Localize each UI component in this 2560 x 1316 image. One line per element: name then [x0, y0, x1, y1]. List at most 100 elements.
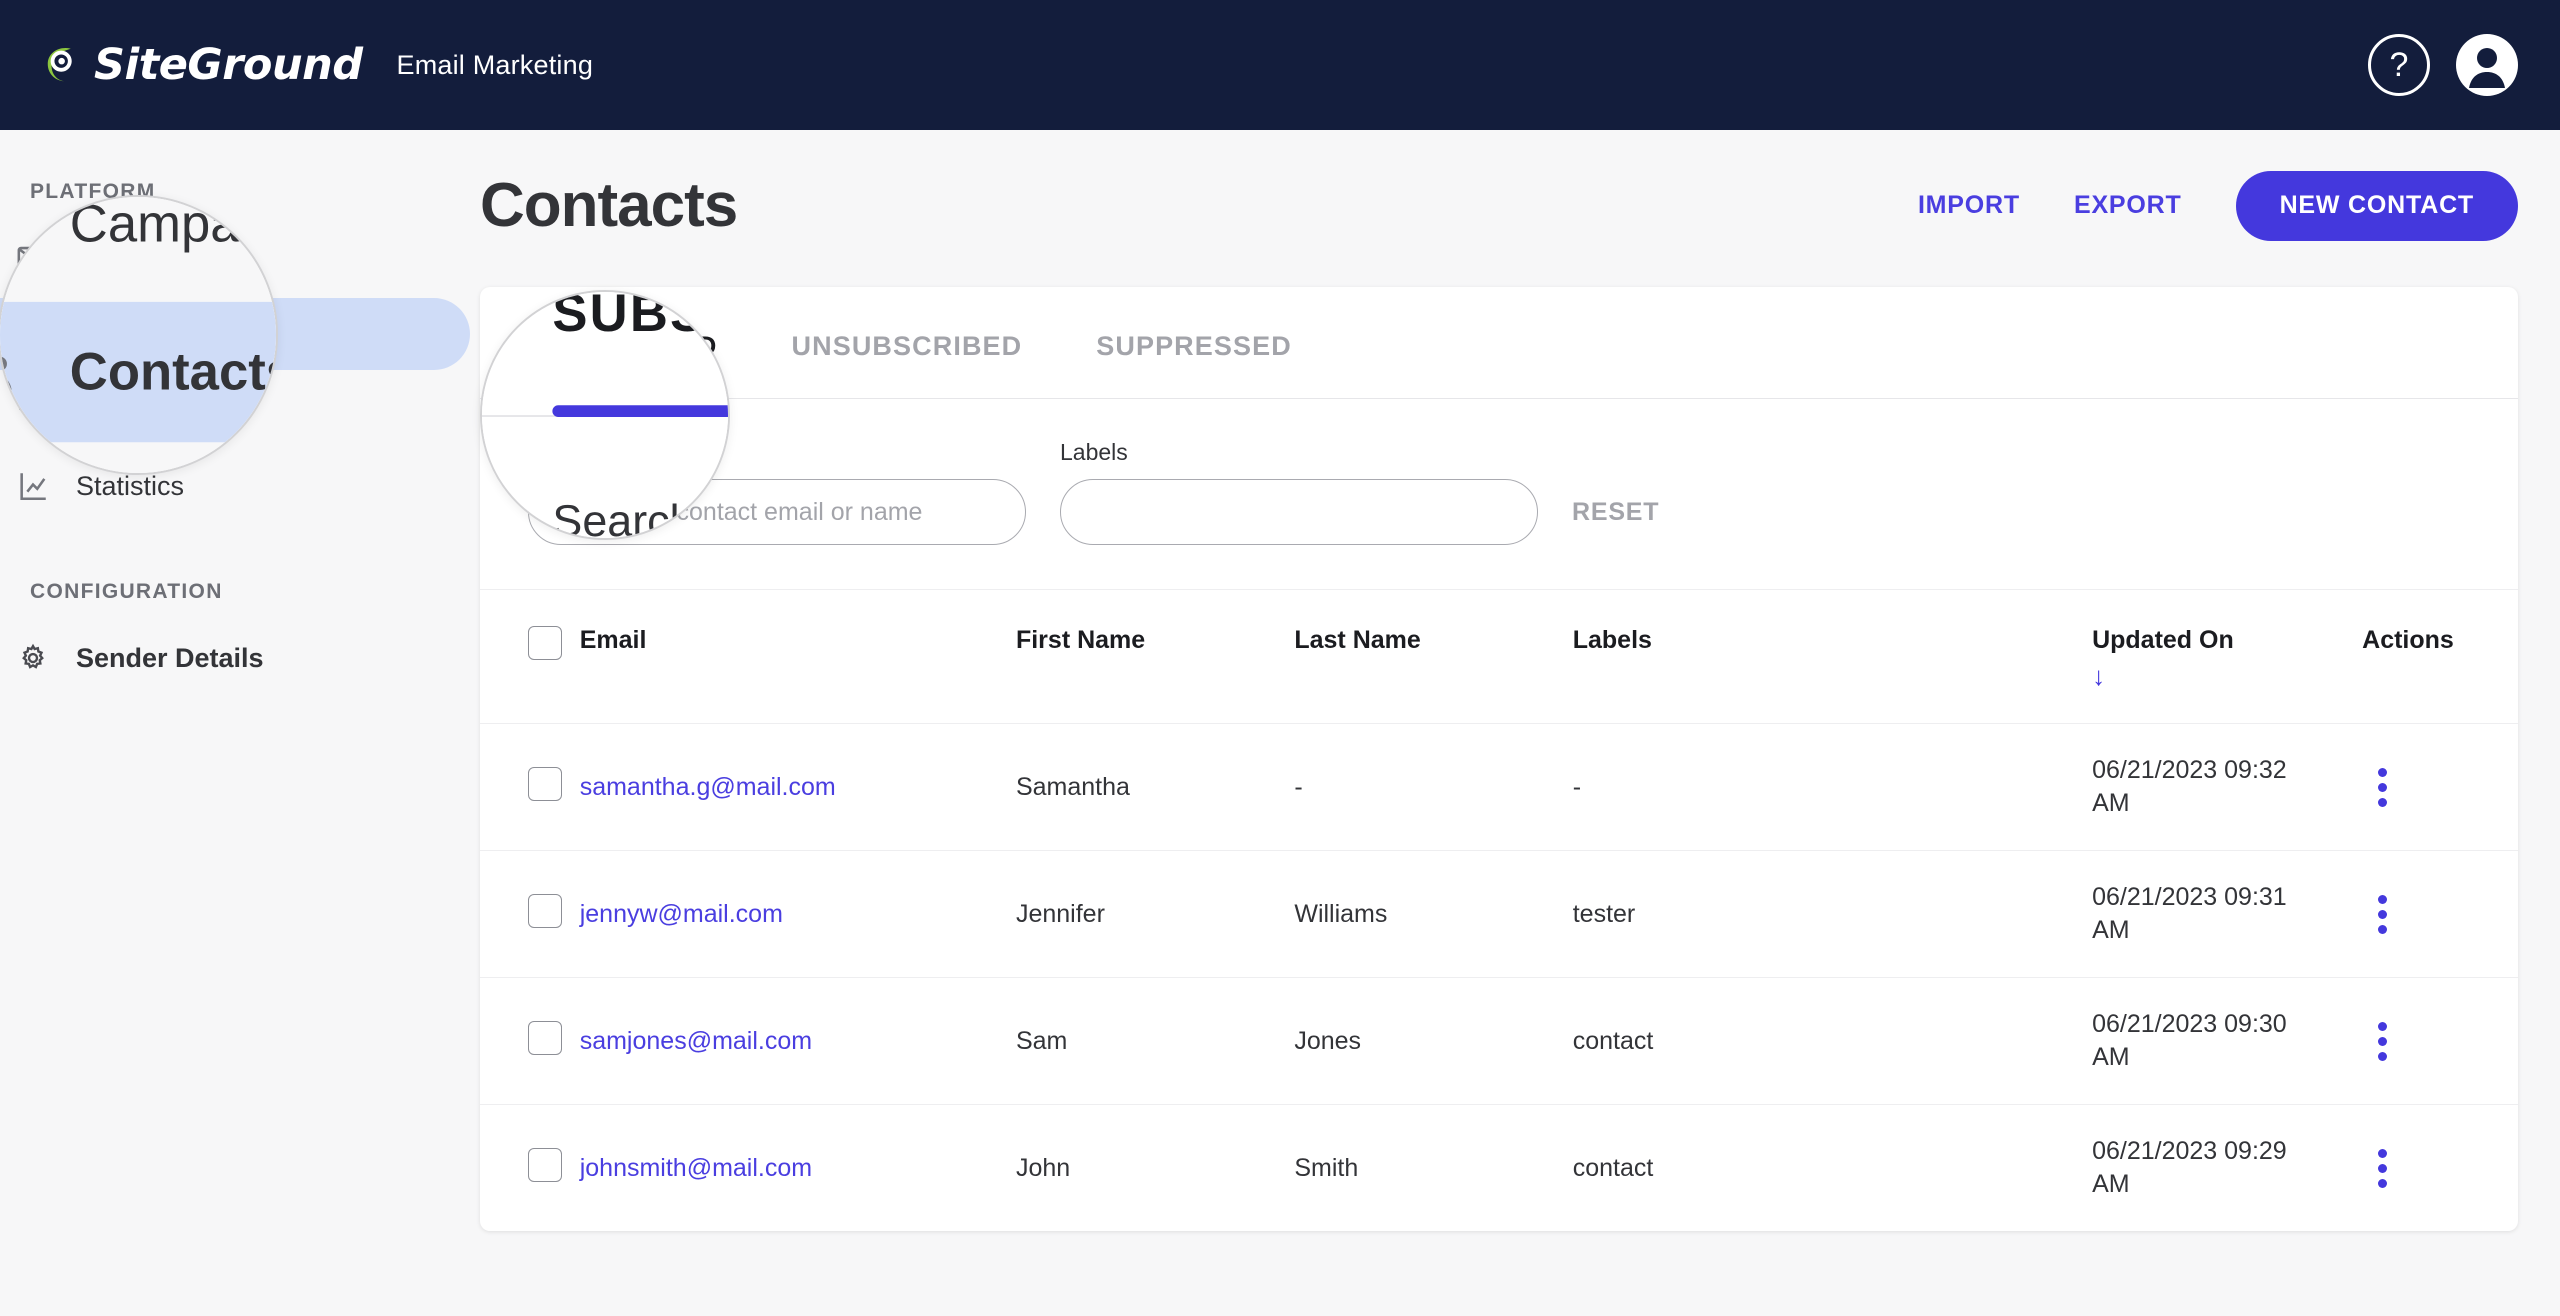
labels-field-group: Labels — [1060, 439, 1538, 545]
filters-bar: Search Labels RESET — [480, 399, 2518, 590]
cell-email: jennyw@mail.com — [579, 850, 1016, 978]
cell-updated-on: 06/21/2023 09:31 AM — [2092, 850, 2363, 978]
cell-last-name: Jones — [1294, 977, 1573, 1105]
cell-updated-on: 06/21/2023 09:29 AM — [2092, 1104, 2363, 1231]
cell-actions — [2362, 1104, 2518, 1231]
cell-last-name: Williams — [1294, 850, 1573, 978]
export-button[interactable]: EXPORT — [2074, 191, 2182, 220]
import-button[interactable]: IMPORT — [1918, 191, 2020, 220]
column-header-updated-on-label: Updated On — [2092, 626, 2234, 654]
page-header-actions: IMPORT EXPORT NEW CONTACT — [1918, 170, 2518, 241]
envelope-icon — [12, 241, 54, 275]
page-header: Contacts IMPORT EXPORT NEW CONTACT — [470, 130, 2560, 241]
row-actions-menu-icon[interactable] — [2362, 894, 2402, 934]
cell-actions — [2362, 723, 2518, 851]
labels-label: Labels — [1060, 439, 1128, 465]
sidebar-item-sender-details[interactable]: Sender Details — [0, 622, 470, 694]
row-select-cell — [480, 1104, 580, 1231]
contacts-table: Email First Name Last Name Labels Update… — [480, 590, 2518, 1231]
cell-last-name: - — [1294, 723, 1573, 851]
row-checkbox[interactable] — [528, 1020, 562, 1055]
updated-on-value: 06/21/2023 09:29 AM — [2092, 1137, 2287, 1198]
user-avatar-icon[interactable] — [2456, 34, 2518, 96]
sidebar-item-contacts[interactable]: Contacts — [0, 298, 470, 370]
arrow-down-icon: ↓ — [2092, 661, 2106, 691]
top-bar-right: ? — [2368, 34, 2518, 96]
sidebar-item-label: Contacts — [76, 318, 192, 349]
cell-labels: - — [1572, 723, 2093, 851]
tab-unsubscribed[interactable]: UNSUBSCRIBED — [792, 287, 1023, 398]
tab-subscribed[interactable]: SUBSCRIBED — [528, 287, 718, 399]
column-header-updated-on[interactable]: Updated On ↓ — [2092, 590, 2362, 724]
top-bar: SiteGround Email Marketing ? — [0, 0, 2560, 130]
select-all-header — [480, 590, 580, 724]
labels-input[interactable] — [1060, 479, 1538, 545]
row-select-cell — [480, 850, 580, 978]
cell-labels: contact — [1572, 1104, 2093, 1231]
cell-first-name: Sam — [1015, 977, 1295, 1105]
gear-icon — [12, 643, 54, 673]
app-title: Email Marketing — [396, 49, 594, 80]
people-icon — [12, 317, 54, 351]
table-header-row: Email First Name Last Name Labels Update… — [480, 590, 2518, 724]
tab-suppressed[interactable]: SUPPRESSED — [1096, 287, 1292, 398]
table-head: Email First Name Last Name Labels Update… — [480, 590, 2518, 724]
sidebar-item-statistics[interactable]: Statistics — [0, 450, 470, 522]
select-all-checkbox[interactable] — [528, 626, 562, 660]
row-select-cell — [480, 723, 580, 851]
column-header-first-name[interactable]: First Name — [1016, 590, 1294, 724]
chart-icon — [12, 469, 54, 503]
table-row[interactable]: samantha.g@mail.com Samantha - - 06/21/2… — [480, 723, 2518, 851]
new-contact-button[interactable]: NEW CONTACT — [2235, 170, 2518, 241]
siteground-logo[interactable]: SiteGround — [42, 40, 363, 90]
brand-name: SiteGround — [94, 40, 363, 90]
contacts-card: SUBSCRIBED UNSUBSCRIBED SUPPRESSED Searc… — [480, 287, 2518, 1231]
column-header-email[interactable]: Email — [580, 590, 1016, 724]
table-row[interactable]: samjones@mail.com Sam Jones contact 06/2… — [480, 977, 2518, 1105]
help-circle-icon[interactable]: ? — [2368, 34, 2430, 96]
table-row[interactable]: johnsmith@mail.com John Smith contact 06… — [480, 1104, 2518, 1231]
cell-updated-on: 06/21/2023 09:32 AM — [2092, 723, 2363, 851]
column-header-actions: Actions — [2362, 626, 2454, 654]
avatar-glyph — [2469, 48, 2505, 88]
sidebar-item-label: Campaigns — [76, 242, 213, 273]
cell-last-name: Smith — [1294, 1104, 1573, 1231]
sidebar-section-platform: PLATFORM — [30, 180, 156, 203]
row-checkbox[interactable] — [528, 893, 562, 928]
search-label: Search — [528, 439, 601, 465]
email-link[interactable]: samantha.g@mail.com — [580, 773, 836, 801]
row-select-cell — [480, 977, 580, 1105]
app-root: SiteGround Email Marketing ? PLATFORM Ca… — [0, 0, 2560, 1316]
sidebar-section-configuration: CONFIGURATION — [30, 580, 223, 603]
cell-first-name: Samantha — [1015, 723, 1295, 851]
table-row[interactable]: jennyw@mail.com Jennifer Williams tester… — [480, 850, 2518, 978]
reset-button[interactable]: RESET — [1572, 479, 1659, 545]
cell-first-name: Jennifer — [1015, 850, 1295, 978]
column-header-last-name[interactable]: Last Name — [1294, 590, 1572, 724]
cell-email: johnsmith@mail.com — [579, 1104, 1016, 1231]
main-content: Contacts IMPORT EXPORT NEW CONTACT SUBSC… — [470, 130, 2560, 1316]
cell-actions — [2362, 850, 2518, 978]
row-checkbox[interactable] — [528, 766, 562, 801]
sidebar-item-labels[interactable]: Labels — [0, 374, 470, 446]
cell-labels: tester — [1572, 850, 2093, 978]
column-header-labels[interactable]: Labels — [1573, 590, 2092, 724]
cell-labels: contact — [1572, 977, 2093, 1105]
sidebar-item-campaigns[interactable]: Campaigns — [0, 222, 470, 294]
page-title: Contacts — [480, 171, 738, 240]
updated-on-value: 06/21/2023 09:31 AM — [2092, 883, 2287, 944]
row-actions-menu-icon[interactable] — [2362, 1148, 2402, 1188]
email-link[interactable]: samjones@mail.com — [580, 1027, 812, 1055]
sidebar: PLATFORM Campaigns Contacts Labels Stati… — [0, 130, 470, 1316]
contacts-tabs: SUBSCRIBED UNSUBSCRIBED SUPPRESSED — [480, 287, 2518, 399]
siteground-logo-icon — [47, 48, 72, 82]
row-actions-menu-icon[interactable] — [2362, 767, 2402, 807]
cell-actions — [2362, 977, 2518, 1105]
sidebar-item-label: Sender Details — [76, 642, 264, 673]
email-link[interactable]: jennyw@mail.com — [580, 900, 783, 928]
email-link[interactable]: johnsmith@mail.com — [580, 1154, 812, 1182]
row-checkbox[interactable] — [528, 1147, 562, 1182]
search-input[interactable] — [528, 479, 1026, 545]
row-actions-menu-icon[interactable] — [2362, 1021, 2402, 1061]
updated-on-value: 06/21/2023 09:32 AM — [2092, 756, 2287, 817]
